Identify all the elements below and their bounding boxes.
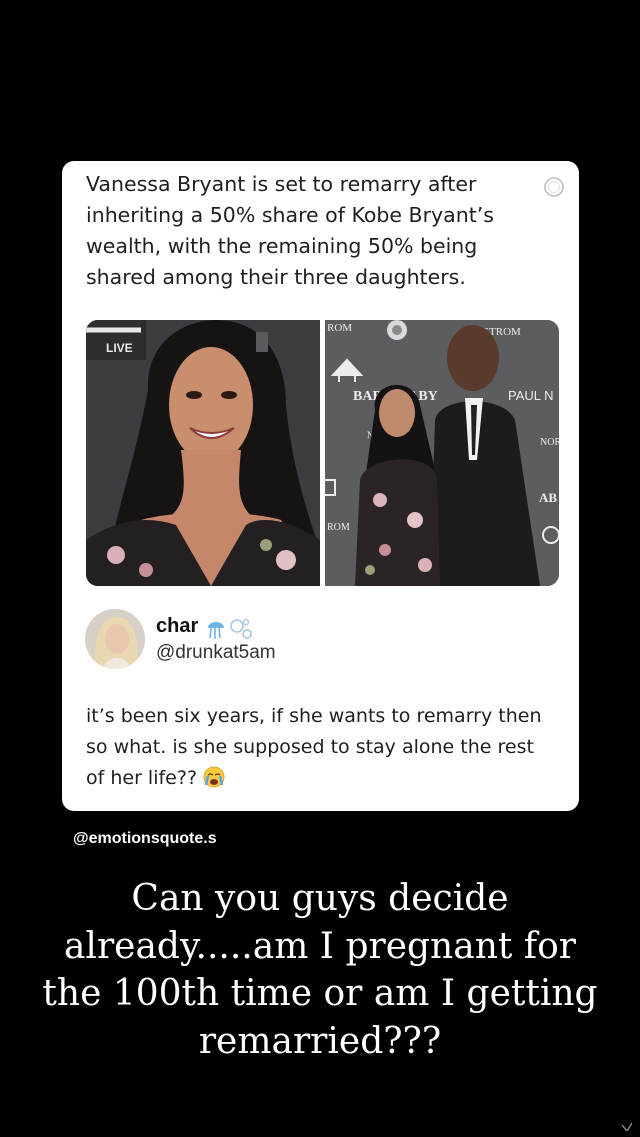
backdrop-text-4: PAUL N — [508, 388, 554, 403]
crying-face-icon — [203, 766, 225, 788]
photo-couple-event[interactable]: ROM DSTROM BABY2BABY PAUL N NOR AB ROM N — [325, 320, 559, 586]
corner-indicator-icon — [622, 1123, 632, 1131]
watermark-handle: @emotionsquote.s — [73, 830, 217, 847]
jellyfish-bubbles-icon — [208, 618, 252, 639]
reply-user-name[interactable]: char — [156, 615, 198, 638]
photo-vanessa-portrait[interactable]: LIVE — [86, 320, 320, 586]
backdrop-text-1: ROM — [327, 322, 352, 334]
post-headline: Vanessa Bryant is set to remarry after i… — [86, 172, 494, 289]
reply-text-block: it’s been six years, if she wants to rem… — [86, 701, 556, 794]
select-circle-icon[interactable] — [543, 176, 565, 198]
story-caption: Can you guys decide already.....am I pre… — [42, 878, 598, 1062]
reply-user-handle[interactable]: @drunkat5am — [156, 642, 276, 664]
post-card[interactable]: Vanessa Bryant is set to remarry after i… — [62, 161, 579, 811]
backdrop-text-6: AB — [539, 490, 557, 505]
reply-text: it’s been six years, if she wants to rem… — [86, 705, 542, 789]
avatar[interactable] — [85, 609, 145, 669]
backdrop-text-5: NOR — [540, 437, 559, 448]
backdrop-live-text: LIVE — [106, 341, 133, 355]
backdrop-text-7: ROM — [327, 522, 350, 533]
